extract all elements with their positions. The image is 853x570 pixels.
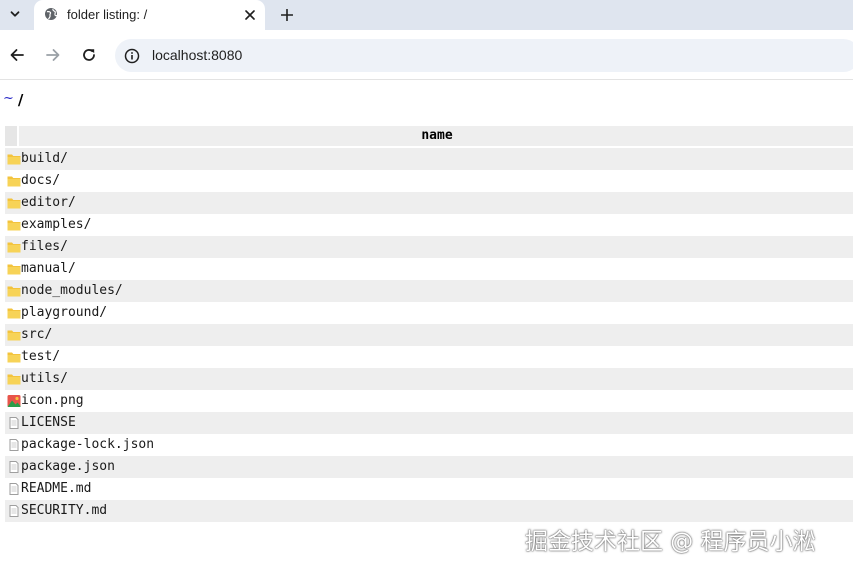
table-row[interactable]: editor/ <box>5 192 853 214</box>
folder-icon <box>7 220 21 231</box>
table-row[interactable]: src/ <box>5 324 853 346</box>
folder-icon <box>7 198 21 209</box>
file-link[interactable]: test/ <box>21 349 60 364</box>
table-header: name <box>5 126 853 146</box>
file-link[interactable]: build/ <box>21 151 68 166</box>
table-row[interactable]: LICENSE <box>5 412 853 434</box>
table-row[interactable]: package-lock.json <box>5 434 853 456</box>
forward-arrow-icon <box>46 49 60 61</box>
folder-icon <box>7 242 21 253</box>
file-link[interactable]: README.md <box>21 481 91 496</box>
file-link[interactable]: icon.png <box>21 393 84 408</box>
plus-icon <box>281 9 293 21</box>
reload-icon <box>83 49 95 61</box>
folder-icon <box>7 374 21 385</box>
file-link[interactable]: playground/ <box>21 305 107 320</box>
table-row[interactable]: utils/ <box>5 368 853 390</box>
header-icon-column <box>5 126 19 146</box>
file-icon <box>9 483 19 495</box>
page-content: ~ / name build/docs/editor/examples/files… <box>0 81 853 570</box>
folder-icon <box>7 154 21 165</box>
chevron-down-icon <box>10 11 20 17</box>
table-row[interactable]: icon.png <box>5 390 853 412</box>
file-icon <box>9 461 19 473</box>
url-text: localhost:8080 <box>152 47 243 63</box>
address-bar[interactable]: localhost:8080 <box>115 39 853 72</box>
folder-icon <box>7 264 21 275</box>
table-row[interactable]: manual/ <box>5 258 853 280</box>
info-icon[interactable] <box>124 48 140 64</box>
folder-icon <box>7 330 21 341</box>
back-arrow-icon <box>10 49 24 61</box>
forward-button[interactable] <box>42 44 64 66</box>
new-tab-button[interactable] <box>277 5 297 25</box>
file-link[interactable]: docs/ <box>21 173 60 188</box>
browser-toolbar: localhost:8080 <box>0 30 853 80</box>
breadcrumb-home-link[interactable]: ~ <box>3 91 14 106</box>
globe-icon <box>45 8 58 20</box>
table-row[interactable]: files/ <box>5 236 853 258</box>
tab-title: folder listing: / <box>67 7 148 22</box>
table-row[interactable]: docs/ <box>5 170 853 192</box>
table-row[interactable]: playground/ <box>5 302 853 324</box>
file-link[interactable]: editor/ <box>21 195 76 210</box>
file-link[interactable]: LICENSE <box>21 415 76 430</box>
folder-icon <box>7 352 21 363</box>
image-file-icon <box>7 395 21 407</box>
table-row[interactable]: node_modules/ <box>5 280 853 302</box>
tab-strip: folder listing: / <box>0 0 853 30</box>
file-icon <box>9 505 19 517</box>
file-icon <box>9 439 19 451</box>
file-link[interactable]: src/ <box>21 327 52 342</box>
file-link[interactable]: node_modules/ <box>21 283 123 298</box>
watermark: 掘金技术社区 @ 程序员小淞 <box>525 529 816 555</box>
file-link[interactable]: examples/ <box>21 217 91 232</box>
file-link[interactable]: package.json <box>21 459 115 474</box>
table-row[interactable]: test/ <box>5 346 853 368</box>
folder-icon <box>7 286 21 297</box>
file-listing-table: name build/docs/editor/examples/files/ma… <box>5 126 853 522</box>
reload-button[interactable] <box>78 44 100 66</box>
file-link[interactable]: utils/ <box>21 371 68 386</box>
file-link[interactable]: package-lock.json <box>21 437 154 452</box>
file-link[interactable]: manual/ <box>21 261 76 276</box>
breadcrumb: ~ / <box>3 91 23 109</box>
file-link[interactable]: SECURITY.md <box>21 503 107 518</box>
back-button[interactable] <box>6 44 28 66</box>
close-tab-button[interactable] <box>242 7 258 23</box>
file-link[interactable]: files/ <box>21 239 68 254</box>
name-column-header[interactable]: name <box>21 126 853 146</box>
table-row[interactable]: README.md <box>5 478 853 500</box>
table-row[interactable]: examples/ <box>5 214 853 236</box>
breadcrumb-current: / <box>17 91 24 109</box>
table-body: build/docs/editor/examples/files/manual/… <box>5 148 853 522</box>
file-icon <box>9 417 19 429</box>
table-row[interactable]: SECURITY.md <box>5 500 853 522</box>
close-icon <box>245 10 255 20</box>
folder-icon <box>7 308 21 319</box>
folder-icon <box>7 176 21 187</box>
active-tab[interactable]: folder listing: / <box>34 0 265 30</box>
table-row[interactable]: build/ <box>5 148 853 170</box>
table-row[interactable]: package.json <box>5 456 853 478</box>
tab-search-button[interactable] <box>3 3 27 25</box>
